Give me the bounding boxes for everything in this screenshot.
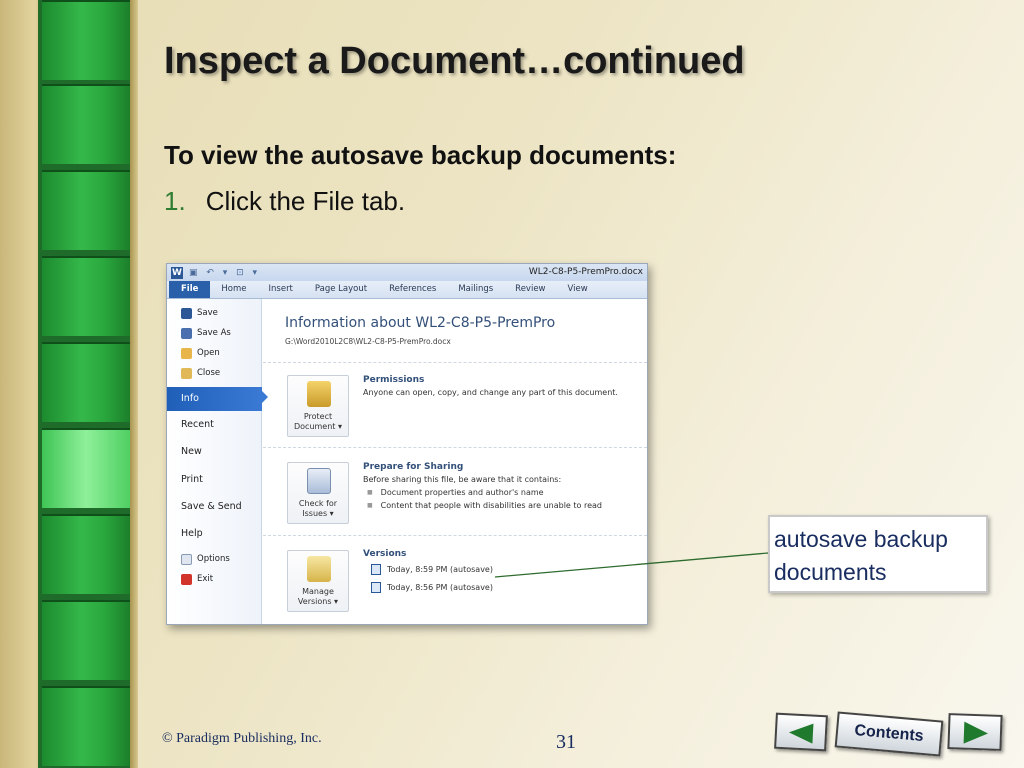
film-strip-edge	[130, 0, 138, 768]
options-icon	[181, 553, 192, 565]
word-title-bar: W ▣ ↶ ▾ ⊡ ▾ WL2-C8-P5-PremPro.docx	[167, 264, 647, 281]
film-cell	[42, 600, 130, 680]
step-1: 1. Click the File tab.	[164, 186, 405, 217]
copyright: © Paradigm Publishing, Inc.	[162, 731, 322, 746]
inspect-document-icon	[307, 468, 331, 494]
step-number: 1.	[164, 186, 186, 216]
arrow-left-icon	[788, 722, 814, 744]
prepare-sharing-text: Before sharing this file, be aware that …	[363, 475, 562, 484]
versions-icon	[307, 556, 331, 582]
sharing-bullet: Document properties and author's name	[367, 488, 544, 497]
versions-heading: Versions	[363, 549, 407, 559]
version-item[interactable]: Today, 8:59 PM (autosave)	[371, 564, 493, 575]
slide-title: Inspect a Document…continued	[164, 40, 745, 82]
word-document-icon	[371, 564, 381, 575]
menu-save-send[interactable]: Save & Send	[167, 497, 262, 517]
menu-print[interactable]: Print	[167, 470, 262, 490]
menu-open[interactable]: Open	[167, 343, 262, 363]
menu-new[interactable]: New	[167, 442, 262, 462]
menu-options[interactable]: Options	[167, 549, 262, 569]
quick-access-toolbar: ▣ ↶ ▾ ⊡ ▾	[189, 267, 261, 278]
page-number: 31	[556, 731, 576, 753]
divider	[263, 535, 647, 536]
tab-page-layout[interactable]: Page Layout	[304, 281, 378, 298]
tab-references[interactable]: References	[378, 281, 447, 298]
divider	[263, 362, 647, 363]
film-cell	[42, 342, 130, 422]
film-cell	[42, 256, 130, 336]
permissions-heading: Permissions	[363, 375, 425, 385]
sharing-bullet: Content that people with disabilities ar…	[367, 501, 602, 510]
word-backstage-screenshot: W ▣ ↶ ▾ ⊡ ▾ WL2-C8-P5-PremPro.docx File …	[166, 263, 648, 625]
ribbon-tabs: File Home Insert Page Layout References …	[167, 281, 647, 299]
film-cell	[42, 170, 130, 250]
film-cell	[42, 514, 130, 594]
contents-button[interactable]: Contents	[834, 711, 944, 757]
info-title: Information about WL2-C8-P5-PremPro	[285, 315, 556, 331]
version-item[interactable]: Today, 8:56 PM (autosave)	[371, 582, 493, 593]
save-icon	[181, 307, 192, 319]
backstage-menu: Save Save As Open Close Info Recent New …	[167, 299, 268, 624]
prepare-sharing-heading: Prepare for Sharing	[363, 462, 464, 472]
menu-save[interactable]: Save	[167, 303, 262, 323]
exit-icon	[181, 573, 192, 585]
left-film-strip	[0, 0, 138, 768]
word-document-icon	[371, 582, 381, 593]
manage-versions-button[interactable]: Manage Versions ▾	[287, 550, 349, 612]
menu-exit[interactable]: Exit	[167, 569, 262, 589]
permissions-text: Anyone can open, copy, and change any pa…	[363, 388, 618, 397]
film-cell	[42, 686, 130, 766]
next-slide-button[interactable]	[947, 713, 1003, 751]
tab-file[interactable]: File	[169, 281, 211, 298]
open-folder-icon	[181, 347, 192, 359]
menu-info[interactable]: Info	[167, 387, 268, 411]
check-for-issues-button[interactable]: Check for Issues ▾	[287, 462, 349, 524]
info-path: G:\Word2010L2C8\WL2-C8-P5-PremPro.docx	[285, 337, 451, 346]
arrow-right-icon	[963, 721, 989, 745]
menu-close[interactable]: Close	[167, 363, 262, 383]
tab-home[interactable]: Home	[210, 281, 257, 298]
menu-recent[interactable]: Recent	[167, 415, 262, 435]
word-logo-icon: W	[171, 266, 183, 279]
film-cell	[42, 84, 130, 164]
close-folder-icon	[181, 367, 192, 379]
tab-review[interactable]: Review	[504, 281, 556, 298]
film-cell	[42, 0, 130, 80]
divider	[263, 447, 647, 448]
film-cell-highlight	[42, 428, 130, 508]
lock-icon	[307, 381, 331, 407]
slide-subhead: To view the autosave backup documents:	[164, 140, 677, 170]
step-text: Click the File tab.	[205, 186, 406, 216]
menu-save-as[interactable]: Save As	[167, 323, 262, 343]
backstage-info-pane: Information about WL2-C8-P5-PremPro G:\W…	[263, 299, 647, 624]
save-as-icon	[181, 327, 192, 339]
callout-box: autosave backup documents	[768, 515, 988, 593]
protect-document-button[interactable]: Protect Document ▾	[287, 375, 349, 437]
tab-mailings[interactable]: Mailings	[447, 281, 504, 298]
menu-help[interactable]: Help	[167, 524, 262, 544]
tab-insert[interactable]: Insert	[258, 281, 304, 298]
document-name: WL2-C8-P5-PremPro.docx	[528, 267, 643, 277]
tab-view[interactable]: View	[557, 281, 599, 298]
previous-slide-button[interactable]	[774, 712, 828, 752]
